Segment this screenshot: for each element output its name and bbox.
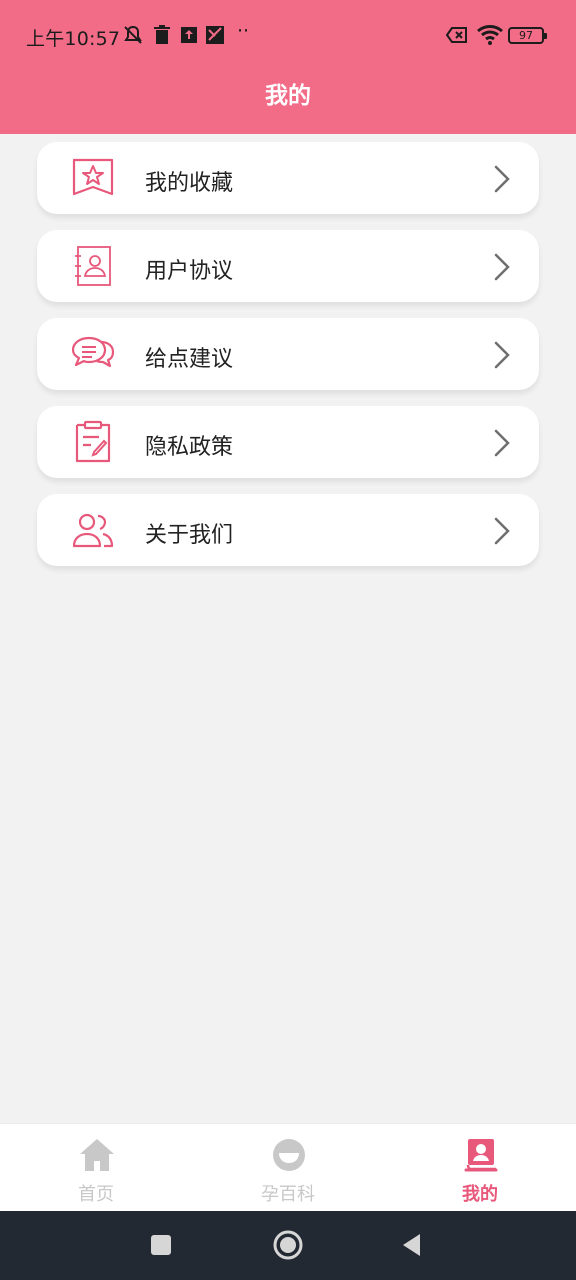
menu-item-about-us[interactable]: 关于我们	[37, 494, 539, 566]
back-button[interactable]	[398, 1231, 426, 1259]
bottom-tab-bar: 首页 孕百科 我的	[0, 1123, 576, 1211]
tab-encyclopedia[interactable]: 孕百科	[192, 1124, 384, 1212]
tab-label: 孕百科	[261, 1184, 315, 1205]
users-icon	[72, 513, 114, 548]
chevron-right-icon	[494, 517, 510, 545]
chevron-right-icon	[494, 341, 510, 369]
menu-item-label: 关于我们	[145, 523, 234, 548]
more-notifications-dots: ··	[237, 20, 250, 42]
chevron-right-icon	[494, 253, 510, 281]
menu-item-label: 隐私政策	[145, 435, 234, 460]
tab-home[interactable]: 首页	[0, 1124, 192, 1212]
menu-item-label: 用户协议	[145, 259, 234, 284]
upload-icon	[181, 27, 197, 43]
status-bar: 上午10:57 ·· 97	[0, 18, 576, 54]
settings-menu: 我的收藏 用户协议 给点建议 隐私政策 关于我们	[37, 142, 539, 582]
muted-bell-icon	[124, 25, 142, 44]
app-notification-icon	[206, 26, 224, 44]
menu-item-favorites[interactable]: 我的收藏	[37, 142, 539, 214]
chat-bubbles-icon	[71, 336, 115, 368]
menu-item-privacy-policy[interactable]: 隐私政策	[37, 406, 539, 478]
no-sim-icon	[446, 27, 467, 43]
system-navigation-bar	[0, 1211, 576, 1280]
tab-profile[interactable]: 我的	[384, 1124, 576, 1212]
page-title: 我的	[265, 83, 311, 109]
trash-icon	[154, 25, 170, 44]
menu-item-label: 我的收藏	[145, 171, 234, 196]
profile-book-icon	[464, 1139, 498, 1172]
status-time: 上午10:57	[26, 28, 121, 50]
battery-indicator: 97	[508, 27, 547, 44]
recent-apps-button[interactable]	[147, 1231, 175, 1259]
home-icon	[80, 1139, 114, 1171]
menu-item-label: 给点建议	[145, 347, 234, 372]
menu-item-user-agreement[interactable]: 用户协议	[37, 230, 539, 302]
chevron-right-icon	[494, 165, 510, 193]
wifi-icon	[477, 25, 503, 45]
tab-label: 首页	[78, 1184, 114, 1205]
chevron-right-icon	[494, 429, 510, 457]
tab-label: 我的	[462, 1184, 498, 1205]
home-button[interactable]	[272, 1229, 304, 1261]
encyclopedia-icon	[273, 1139, 305, 1171]
contact-book-icon	[75, 246, 111, 286]
app-header: 上午10:57 ·· 97 我的	[0, 0, 576, 134]
star-bookmark-icon	[72, 158, 114, 196]
menu-item-feedback[interactable]: 给点建议	[37, 318, 539, 390]
edit-document-icon	[75, 420, 111, 463]
